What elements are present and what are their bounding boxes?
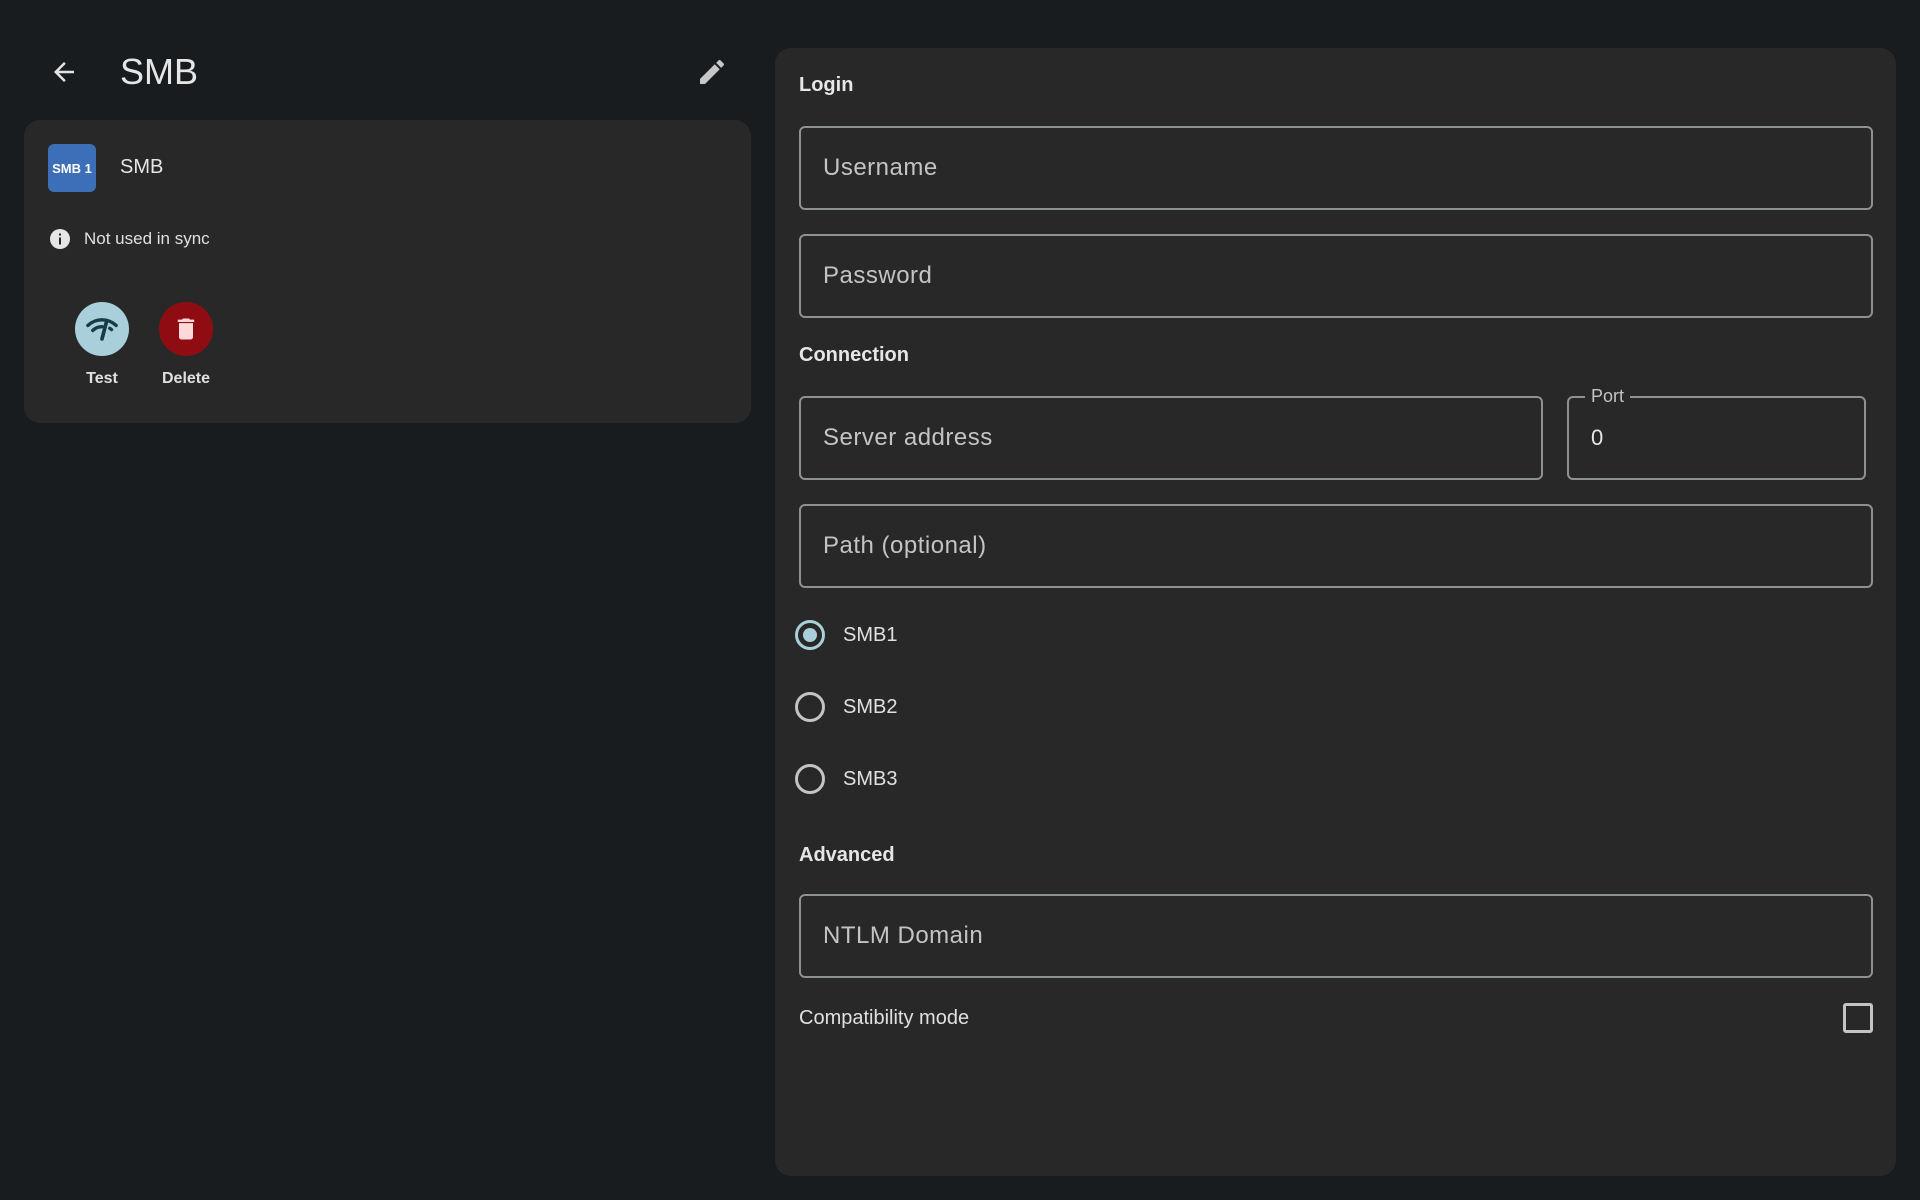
delete-label: Delete <box>161 370 211 387</box>
protocol-option-smb3[interactable]: SMB3 <box>795 764 897 794</box>
compatibility-mode-checkbox[interactable] <box>1843 1003 1873 1033</box>
password-placeholder: Password <box>823 262 933 289</box>
app-root: SMB SMB 1 SMB Not used in sync Test Dele… <box>0 0 1920 1200</box>
path-placeholder: Path (optional) <box>823 532 987 559</box>
network-check-icon <box>86 318 118 341</box>
trash-icon <box>177 318 195 340</box>
edit-button[interactable] <box>688 48 736 96</box>
advanced-section-title: Advanced <box>799 844 895 866</box>
port-field[interactable]: Port 0 <box>1567 386 1866 480</box>
info-icon <box>50 229 70 249</box>
server-info-card: SMB 1 SMB Not used in sync Test Delete <box>24 120 751 423</box>
radio-button[interactable] <box>795 620 825 650</box>
username-field[interactable]: Username <box>799 126 1873 210</box>
radio-label: SMB3 <box>843 767 898 790</box>
protocol-option-smb1[interactable]: SMB1 <box>795 620 897 650</box>
sync-status-row: Not used in sync <box>48 227 210 251</box>
port-label: Port <box>1585 386 1631 407</box>
radio-label: SMB1 <box>843 623 898 646</box>
compatibility-mode-row: Compatibility mode <box>799 998 1873 1038</box>
radio-dot <box>803 628 817 642</box>
delete-action: Delete <box>144 302 228 388</box>
delete-button[interactable] <box>159 302 213 356</box>
test-button[interactable] <box>75 302 129 356</box>
protocol-option-smb2[interactable]: SMB2 <box>795 692 897 722</box>
test-action: Test <box>60 302 144 388</box>
radio-button[interactable] <box>795 692 825 722</box>
server-address-placeholder: Server address <box>823 424 993 451</box>
top-app-bar: SMB <box>24 48 736 96</box>
compatibility-mode-label: Compatibility mode <box>799 1006 970 1029</box>
server-type-badge: SMB 1 <box>48 144 96 192</box>
ntlm-domain-placeholder: NTLM Domain <box>823 922 984 949</box>
connection-form: Login Username Password Connection Serve… <box>775 48 1896 1176</box>
server-address-field[interactable]: Server address <box>799 396 1543 480</box>
path-field[interactable]: Path (optional) <box>799 504 1873 588</box>
server-name: SMB <box>120 156 164 178</box>
page-title: SMB <box>120 51 199 92</box>
sync-status-text: Not used in sync <box>84 229 210 248</box>
port-value: 0 <box>1591 425 1604 450</box>
ntlm-domain-field[interactable]: NTLM Domain <box>799 894 1873 978</box>
connection-section-title: Connection <box>799 344 909 366</box>
arrow-left-icon <box>54 62 74 82</box>
pencil-icon <box>700 59 725 84</box>
back-button[interactable] <box>40 48 88 96</box>
username-placeholder: Username <box>823 154 938 181</box>
test-label: Test <box>86 370 118 387</box>
radio-button[interactable] <box>795 764 825 794</box>
login-section-title: Login <box>799 74 854 96</box>
radio-label: SMB2 <box>843 695 898 718</box>
password-field[interactable]: Password <box>799 234 1873 318</box>
